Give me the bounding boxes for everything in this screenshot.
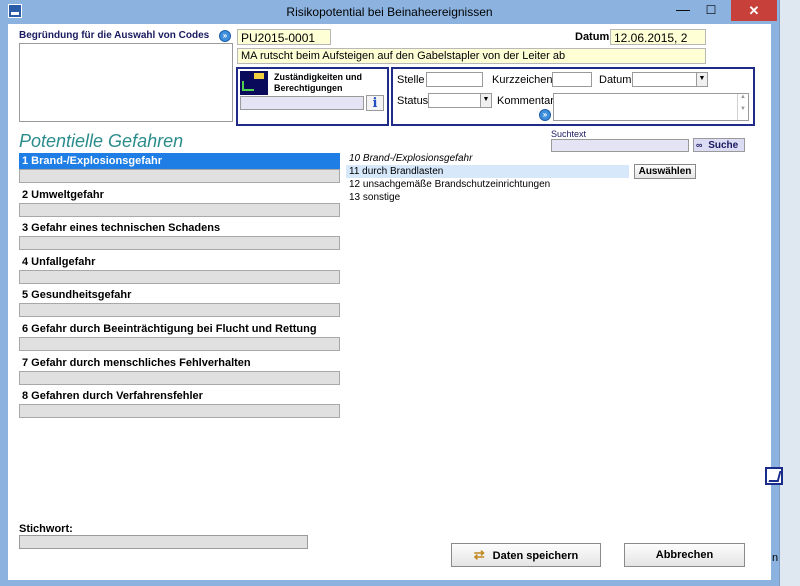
category-item[interactable]: 1 Brand-/Explosionsgefahr [19, 153, 340, 170]
kurzzeichen-label: Kurzzeichen [492, 74, 553, 86]
minimize-button[interactable]: — [669, 0, 697, 21]
stelle-label: Stelle [397, 74, 425, 86]
background-window-edge [779, 0, 800, 586]
subitem-row[interactable]: 12 unsachgemäße Brandschutzeinrichtungen [346, 178, 629, 191]
background-window-text: n [772, 552, 779, 564]
status-label: Status [397, 95, 429, 107]
category-item[interactable]: 3 Gefahr eines technischen Schadens [19, 220, 340, 237]
category-detail-field[interactable] [19, 337, 340, 351]
subitem-row[interactable]: 11 durch Brandlasten [346, 165, 629, 178]
kommentar-expand-icon[interactable]: » [539, 109, 551, 121]
kommentar-scrollbar[interactable]: ▲ ▼ [737, 94, 748, 120]
save-button-label: Daten speichern [492, 550, 579, 562]
info-icon[interactable]: i [366, 95, 384, 111]
title-bar[interactable]: Risikopotential bei Beinaheereignissen —… [0, 0, 779, 24]
kommentar-field[interactable]: ▲ ▼ [553, 93, 749, 121]
category-item[interactable]: 7 Gefahr durch menschliches Fehlverhalte… [19, 355, 340, 372]
zustaendigkeit-field[interactable] [240, 96, 364, 110]
category-detail-field[interactable] [19, 202, 340, 217]
begruendung-textarea[interactable] [19, 43, 233, 122]
category-item[interactable]: 8 Gefahren durch Verfahrensfehler [19, 388, 340, 405]
status-dropdown[interactable]: ▼ [428, 93, 492, 108]
category-detail-field[interactable] [19, 404, 340, 419]
search-button[interactable]: ∞ Suche [693, 138, 745, 152]
category-detail-field[interactable] [19, 169, 340, 183]
stichwort-label: Stichwort: [19, 523, 73, 535]
subitem-row[interactable]: 13 sonstige [346, 191, 629, 204]
category-detail-field[interactable] [19, 370, 340, 385]
zustaendigkeit-title: Zuständigkeiten und Berechtigungen [274, 72, 363, 93]
category-detail-field[interactable] [19, 303, 340, 318]
datum-field[interactable]: 12.06.2015, 2 [610, 29, 706, 45]
description-field[interactable]: MA rutscht beim Aufsteigen auf den Gabel… [237, 48, 706, 64]
zustaendigkeit-panel: Zuständigkeiten und Berechtigungen i [236, 67, 389, 126]
maximize-button[interactable]: ☐ [697, 0, 725, 21]
category-item[interactable]: 2 Umweltgefahr [19, 187, 340, 204]
search-label: Suchtext [551, 129, 587, 139]
window-title: Risikopotential bei Beinaheereignissen [286, 5, 493, 19]
background-window-icon[interactable] [765, 467, 783, 485]
datum-filter-label: Datum [599, 74, 632, 86]
begruendung-expand-icon[interactable]: » [219, 30, 231, 42]
bearbeitung-panel: Stelle Kurzzeichen Datum ▼ Status ▼ Komm… [391, 67, 755, 126]
save-icon: ⇄ [473, 547, 485, 562]
category-detail-field[interactable] [19, 269, 340, 284]
category-detail-field[interactable] [19, 236, 340, 251]
binoculars-icon: ∞ [696, 140, 703, 150]
dialog-client-area: Begründung für die Auswahl von Codes » P… [8, 24, 771, 580]
begruendung-label: Begründung für die Auswahl von Codes [19, 30, 210, 41]
datum-dropdown[interactable]: ▼ [632, 72, 708, 87]
stichwort-field[interactable] [19, 535, 308, 549]
chevron-down-icon[interactable]: ▼ [480, 94, 491, 107]
code-field[interactable]: PU2015-0001 [237, 29, 331, 45]
cancel-button[interactable]: Abbrechen [624, 543, 745, 567]
search-button-label: Suche [708, 140, 739, 151]
chevron-down-icon[interactable]: ▼ [696, 73, 707, 86]
kurzzeichen-field[interactable] [552, 72, 592, 87]
datum-label: Datum [575, 31, 610, 43]
stelle-field[interactable] [426, 72, 483, 87]
search-input[interactable] [551, 139, 689, 152]
kommentar-label: Kommentar [497, 95, 554, 107]
category-item[interactable]: 6 Gefahr durch Beeinträchtigung bei Fluc… [19, 321, 340, 338]
auswaehlen-button[interactable]: Auswählen [634, 164, 696, 179]
close-button[interactable]: ✕ [731, 0, 777, 21]
subitem-row[interactable]: 10 Brand-/Explosionsgefahr [346, 152, 629, 165]
category-item[interactable]: 5 Gesundheitsgefahr [19, 287, 340, 304]
save-button[interactable]: ⇄ Daten speichern [451, 543, 601, 567]
permissions-icon [240, 71, 268, 95]
section-title: Potentielle Gefahren [19, 131, 184, 151]
category-item[interactable]: 4 Unfallgefahr [19, 254, 340, 271]
application-window: Risikopotential bei Beinaheereignissen —… [0, 0, 779, 586]
